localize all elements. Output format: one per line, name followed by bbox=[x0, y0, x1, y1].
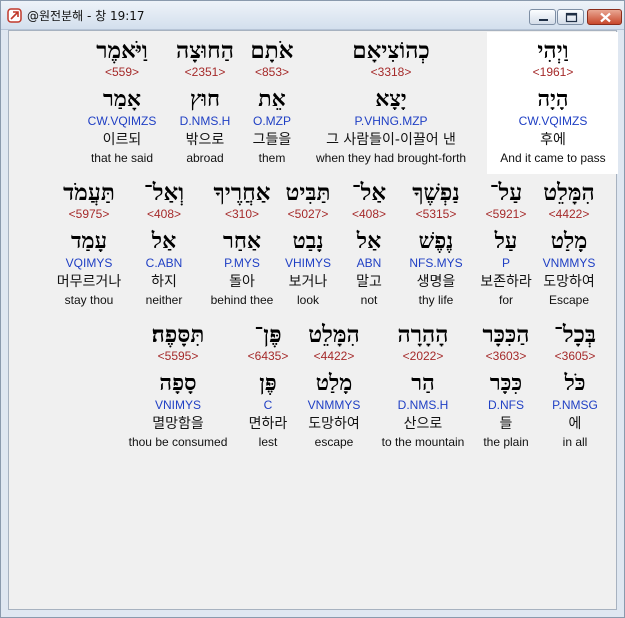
parse-code: CW.VQIMZS bbox=[87, 114, 157, 128]
parse-code: CW.VQIMZS bbox=[518, 114, 588, 128]
close-icon bbox=[600, 12, 611, 23]
word-card[interactable]: תַּעֲמֹד <5975> עָמַד VQIMYS 머무르거나 stay thou bbox=[14, 181, 164, 311]
word-card[interactable]: וַיֹּאמֶר <559> אָמַר CW.VQIMZS 이르되 that he s… bbox=[47, 39, 197, 169]
interlinear-panel: וַיְהִי <1961> הָיָה CW.VQIMZS 후에 And it came… bbox=[8, 30, 618, 610]
app-window: @원전분해 - 창 19:17 וַיְהִי <1961> הָיָה CW.VQI… bbox=[0, 0, 625, 618]
hebrew-word: תִּסָּפֶה׃ bbox=[151, 321, 205, 348]
hebrew-word: וַיֹּאמֶר bbox=[96, 37, 148, 64]
word-card[interactable]: וַיְהִי <1961> הָיָה CW.VQIMZS 후에 And it came… bbox=[478, 39, 625, 169]
minimize-button[interactable] bbox=[529, 9, 556, 25]
word-card[interactable]: תִּסָּפֶה׃ <5595> סָפָה VNIMYS 멸망함을 thou be c… bbox=[103, 323, 253, 453]
lemma-word: הָיָה bbox=[537, 86, 569, 112]
strong-number: <5595> bbox=[157, 349, 199, 363]
korean-gloss: 머무르거나 bbox=[56, 274, 122, 290]
english-gloss: And it came to pass bbox=[500, 151, 606, 165]
maximize-icon bbox=[565, 12, 578, 23]
strong-number: <559> bbox=[104, 65, 140, 79]
english-gloss: stay thou bbox=[64, 293, 114, 307]
maximize-button[interactable] bbox=[557, 9, 584, 25]
parse-code: VNIMYS bbox=[154, 398, 201, 412]
lemma-word: סָפָה bbox=[159, 370, 197, 396]
parse-code: VQIMYS bbox=[65, 256, 113, 270]
korean-gloss: 이르되 bbox=[102, 132, 142, 148]
korean-gloss: 멸망함을 bbox=[152, 416, 204, 432]
lemma-word: אָמַר bbox=[103, 86, 141, 112]
window-title: @원전분해 - 창 19:17 bbox=[27, 9, 145, 23]
strong-number: <1961> bbox=[532, 65, 574, 79]
hebrew-word: וַיְהִי bbox=[537, 37, 569, 64]
lemma-word: עָמַד bbox=[70, 228, 108, 254]
english-gloss: thou be consumed bbox=[128, 435, 228, 449]
korean-gloss: 후에 bbox=[540, 132, 566, 148]
minimize-icon bbox=[539, 19, 548, 21]
title-bar[interactable]: @원전분해 - 창 19:17 bbox=[1, 1, 624, 30]
english-gloss: that he said bbox=[90, 151, 154, 165]
strong-number: <5975> bbox=[68, 207, 110, 221]
app-icon bbox=[7, 8, 22, 23]
close-button[interactable] bbox=[587, 9, 622, 25]
hebrew-word: תַּעֲמֹד bbox=[63, 179, 115, 206]
